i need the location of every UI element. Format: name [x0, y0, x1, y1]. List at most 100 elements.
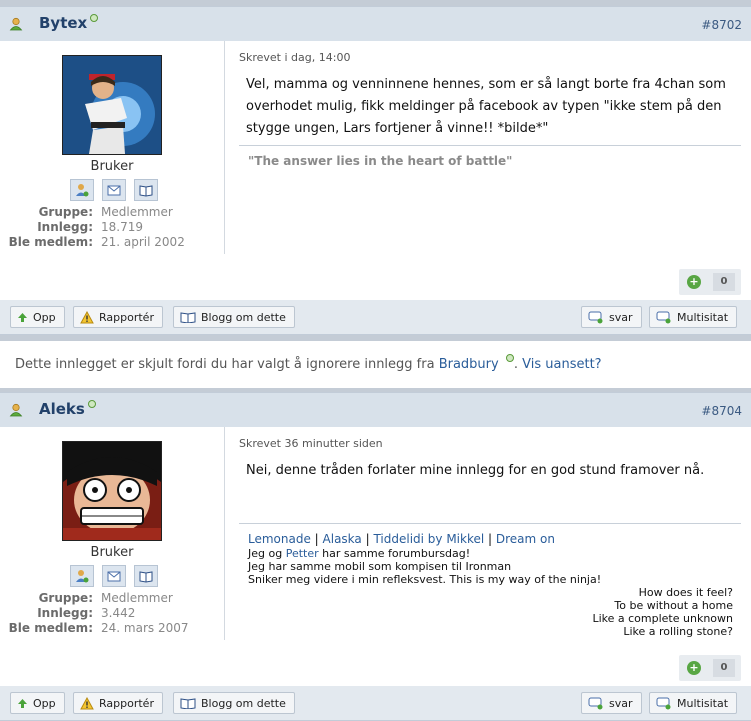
reputation-count: 0 [713, 659, 735, 677]
signature-links-row: Lemonade | Alaska | Tiddelidi by Mikkel … [248, 532, 741, 547]
report-label: Rapportér [99, 310, 154, 324]
blog-button[interactable] [134, 179, 158, 201]
stat-label: Innlegg: [37, 220, 93, 234]
arrow-up-icon [18, 312, 27, 322]
envelope-icon [107, 185, 121, 196]
post-footer: Opp Rapportér Blogg om dette svar Multis… [0, 686, 751, 721]
signature: "The answer lies in the heart of battle" [239, 145, 741, 168]
post-message: Vel, mamma og venninnene hennes, som er … [246, 77, 726, 136]
multiquote-label: Multisitat [677, 696, 729, 710]
user-stats: Gruppe: Medlemmer Innlegg: 3.442 Ble medle… [0, 591, 224, 636]
signature-quote-line: Like a complete unknown [592, 612, 733, 625]
reputation-box: + 0 [679, 655, 741, 681]
post-footer: Opp Rapportér Blogg om dette svar Multis… [0, 300, 751, 335]
post-date: Skrevet i dag, 14:00 [239, 51, 351, 64]
avatar-image [63, 56, 161, 154]
signature-separator: | [310, 532, 323, 546]
ignored-user-link[interactable]: Bradbury [439, 357, 499, 372]
signature-line: Sniker meg videre i min refleksvest. Thi… [248, 573, 602, 586]
profile-button[interactable] [70, 565, 94, 587]
post-date: Skrevet 36 minutter siden [239, 437, 383, 450]
warning-icon [80, 310, 94, 323]
multiquote-button[interactable]: Multisitat [649, 306, 738, 328]
user-rank: Bruker [90, 159, 134, 174]
blog-about-label: Blogg om dette [201, 310, 286, 324]
up-button[interactable]: Opp [10, 306, 65, 328]
avatar[interactable] [62, 55, 162, 155]
multiquote-icon [656, 311, 671, 323]
post-header: Aleks #8704 [0, 392, 751, 427]
online-status-icon [90, 14, 99, 22]
book-icon [139, 571, 153, 583]
stat-label: Ble medlem: [8, 621, 93, 635]
post-header: Bytex #8702 [0, 6, 751, 41]
avatar-image [63, 442, 161, 540]
reply-button[interactable]: svar [581, 306, 642, 328]
multiquote-label: Multisitat [677, 310, 729, 324]
stat-value: 24. mars 2007 [101, 621, 189, 635]
envelope-icon [107, 571, 121, 582]
up-label: Opp [33, 696, 56, 710]
user-profile-icon [76, 184, 89, 197]
report-button[interactable]: Rapportér [73, 306, 163, 328]
book-icon [139, 185, 153, 197]
post-number-link[interactable]: #8702 [701, 18, 742, 32]
arrow-up-icon [18, 698, 27, 708]
ignored-text: Dette innlegget er skjult fordi du har v… [15, 357, 439, 372]
user-rank: Bruker [90, 545, 134, 560]
signature-link[interactable]: Alaska [323, 532, 362, 546]
multiquote-button[interactable]: Multisitat [649, 692, 738, 714]
signature-line: Jeg og Petter har samme forumbursdag! [248, 547, 471, 560]
report-label: Rapportér [99, 696, 154, 710]
reputation-plus-icon[interactable]: + [687, 275, 701, 289]
reputation-box: + 0 [679, 269, 741, 295]
report-button[interactable]: Rapportér [73, 692, 163, 714]
reputation-plus-icon[interactable]: + [687, 661, 701, 675]
user-status-icon [9, 403, 23, 417]
signature-line: Jeg har samme mobil som kompisen til Iro… [248, 560, 512, 573]
blog-button[interactable] [134, 565, 158, 587]
avatar[interactable] [62, 441, 162, 541]
stat-label: Gruppe: [38, 205, 93, 219]
signature-separator: | [484, 532, 496, 546]
reply-label: svar [609, 696, 633, 710]
ignored-separator: . [513, 357, 523, 372]
post-body: Bruker Gruppe: Medlemmer Innlegg: 18.719 B… [0, 41, 751, 300]
blog-about-button[interactable]: Blogg om dette [173, 692, 295, 714]
up-button[interactable]: Opp [10, 692, 65, 714]
private-message-button[interactable] [102, 565, 126, 587]
signature-link[interactable]: Dream on [496, 532, 555, 546]
stat-value: 3.442 [101, 606, 136, 620]
reply-label: svar [609, 310, 633, 324]
signature-quote: How does it feel? To be without a home L… [248, 586, 741, 638]
blog-about-button[interactable]: Blogg om dette [173, 306, 295, 328]
reply-button[interactable]: svar [581, 692, 642, 714]
warning-icon [80, 696, 94, 709]
signature-link[interactable]: Tiddelidi by Mikkel [373, 532, 484, 546]
show-anyway-link[interactable]: Vis uansett? [522, 357, 601, 372]
signature-link[interactable]: Lemonade [248, 532, 311, 546]
post-author[interactable]: Bytex [39, 14, 99, 32]
post-message: Nei, denne tråden forlater mine innlegg … [246, 463, 705, 478]
private-message-button[interactable] [102, 179, 126, 201]
stat-value: 18.719 [101, 220, 143, 234]
user-status-icon [9, 17, 23, 31]
profile-button[interactable] [70, 179, 94, 201]
signature-user-link[interactable]: Petter [286, 547, 319, 560]
user-info-panel: Bruker Gruppe: Medlemmer Innlegg: 3.442 Bl… [0, 427, 225, 640]
post-author[interactable]: Aleks [39, 400, 96, 418]
post: Bytex #8702 Bruker Gruppe: Medlemmer Inn… [0, 6, 751, 335]
signature-quote-line: How does it feel? [638, 586, 733, 599]
user-stats: Gruppe: Medlemmer Innlegg: 18.719 Ble medl… [0, 205, 224, 250]
stat-label: Gruppe: [38, 591, 93, 605]
stat-value: 21. april 2002 [101, 235, 185, 249]
stat-value: Medlemmer [101, 205, 173, 219]
stat-label: Innlegg: [37, 606, 93, 620]
book-icon [180, 312, 196, 323]
signature: Lemonade | Alaska | Tiddelidi by Mikkel … [239, 523, 741, 638]
post-number-link[interactable]: #8704 [701, 404, 742, 418]
post: Aleks #8704 Bruker Gruppe: Medlemmer Inn… [0, 392, 751, 721]
stat-label: Ble medlem: [8, 235, 93, 249]
signature-separator: | [361, 532, 374, 546]
user-info-panel: Bruker Gruppe: Medlemmer Innlegg: 18.719 B… [0, 41, 225, 254]
